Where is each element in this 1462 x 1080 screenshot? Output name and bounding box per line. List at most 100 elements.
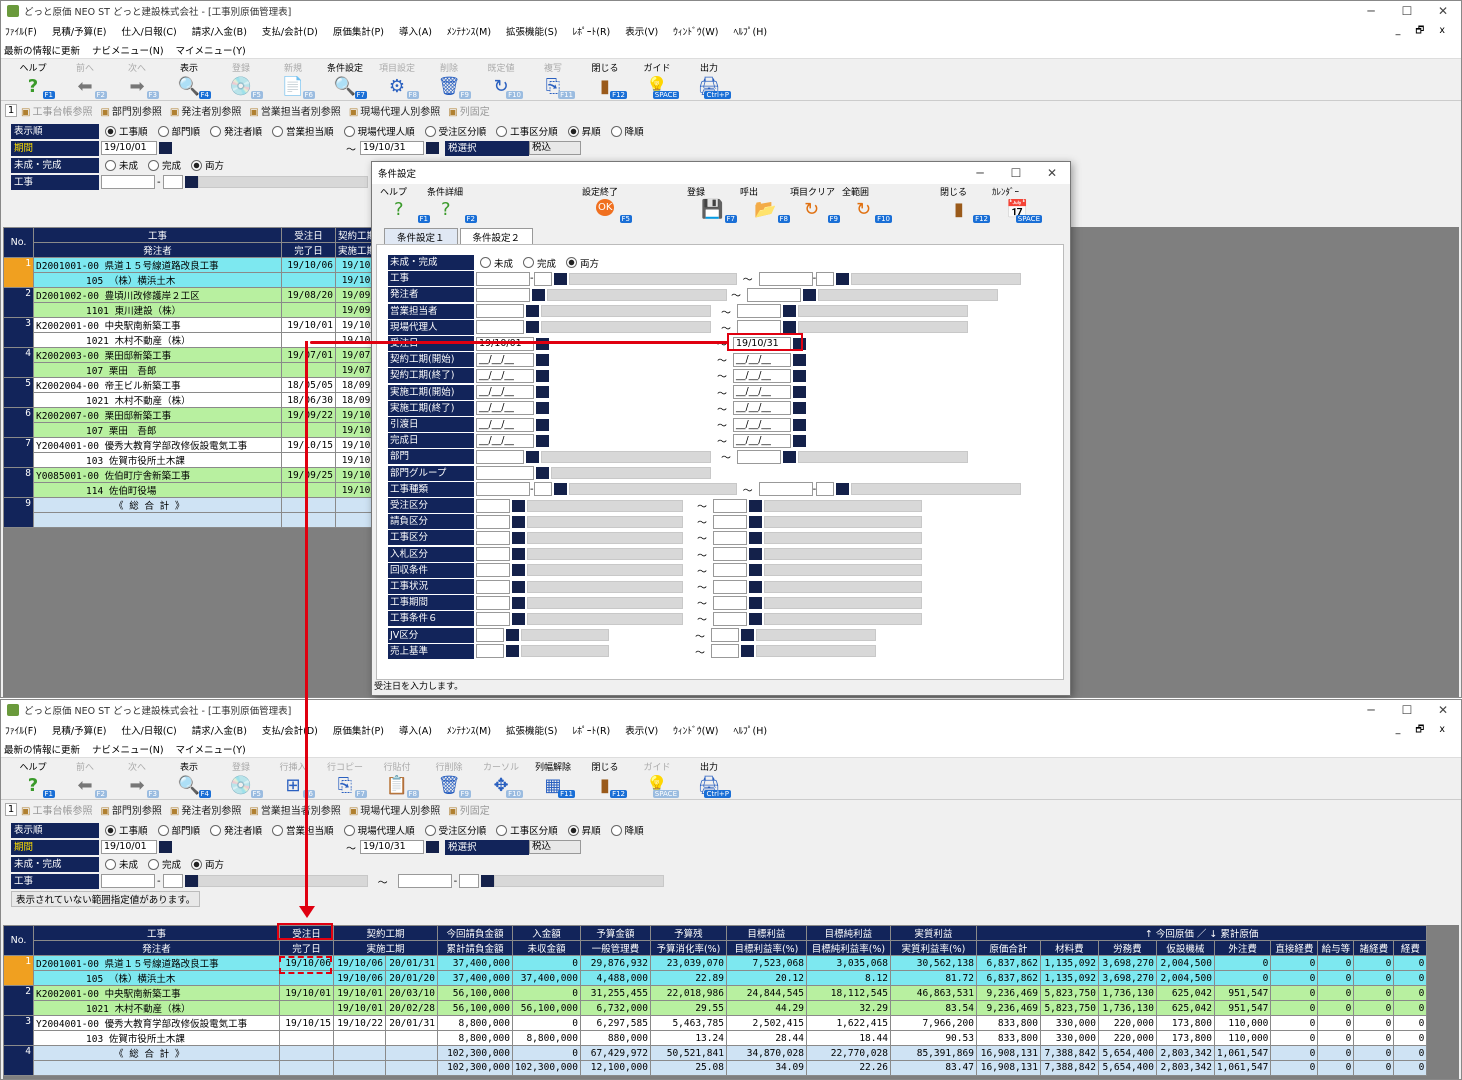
grid-cell[interactable]: 34,870,028 bbox=[725, 1045, 807, 1061]
grid-cell[interactable]: 29.55 bbox=[649, 1000, 727, 1016]
koji-from-input[interactable] bbox=[101, 874, 155, 888]
grid-cell[interactable]: 103 佐賀市役所土木課 bbox=[33, 1030, 280, 1046]
grid-cell[interactable]: 220,000 bbox=[1097, 1030, 1157, 1046]
grid-cell[interactable] bbox=[333, 1045, 386, 1061]
grid-cell[interactable]: 5,654,400 bbox=[1097, 1060, 1157, 1076]
grid-cell[interactable]: 8,800,000 bbox=[437, 1015, 513, 1031]
grid-cell[interactable]: 220,000 bbox=[1097, 1015, 1157, 1031]
grid-cell[interactable]: 0 bbox=[512, 955, 581, 971]
radio-order[interactable]: 工事区分順 bbox=[496, 124, 558, 138]
lookup-dropdown-icon[interactable] bbox=[793, 434, 806, 447]
grid-cell[interactable]: 105 （株）横浜土木 bbox=[33, 970, 280, 986]
grid-cell[interactable]: 22.89 bbox=[649, 970, 727, 986]
date-to-input[interactable]: __/__/__ bbox=[733, 433, 791, 448]
grid-cell[interactable]: 81.72 bbox=[889, 970, 977, 986]
grid-cell[interactable]: 18.44 bbox=[805, 1030, 891, 1046]
grid-cell[interactable]: 37,400,000 bbox=[512, 970, 581, 986]
koji-to-input[interactable] bbox=[397, 874, 452, 888]
grid-cell[interactable]: 8.12 bbox=[805, 970, 891, 986]
table-row[interactable]: 1021 木村不動産（株） 19/10/01 20/02/28 56,100,000 5… bbox=[3, 1000, 1428, 1016]
grid-cell[interactable]: 50,521,841 bbox=[649, 1045, 727, 1061]
tax-select[interactable]: 税込 bbox=[529, 840, 581, 854]
grid-cell[interactable]: 0 bbox=[1393, 1060, 1428, 1076]
lookup-dropdown-icon[interactable] bbox=[506, 629, 519, 642]
submenu-item[interactable]: 最新の情報に更新 bbox=[4, 43, 80, 57]
grid-cell[interactable]: 18/06/30 bbox=[281, 392, 336, 408]
dialog-button-calendar[interactable]: ｶﾚﾝﾀﾞｰ 📅 SPACE bbox=[992, 185, 1046, 225]
radio-direction[interactable]: 昇順 bbox=[568, 124, 601, 138]
date-to-input[interactable]: __/__/__ bbox=[733, 417, 791, 432]
toolbar-button-condition[interactable]: 条件設定 🔍 F7 bbox=[319, 61, 371, 101]
dialog-tab[interactable]: 条件設定２ bbox=[459, 228, 534, 244]
radio-order[interactable]: 部門順 bbox=[158, 823, 201, 837]
row-number[interactable]: 3 bbox=[3, 1015, 34, 1046]
grid-cell[interactable]: 0 bbox=[1317, 985, 1355, 1001]
grid-cell[interactable]: K2002001-00 中央駅南新築工事 bbox=[33, 317, 282, 333]
grid-cell[interactable]: 20/01/20 bbox=[385, 970, 438, 986]
grid-cell[interactable]: 0 bbox=[1393, 1015, 1428, 1031]
grid-cell[interactable]: 56,100,000 bbox=[437, 1000, 513, 1016]
table-row[interactable]: 4 《 総 合 計 》 102,300,000 0 67,429,972 50,521,8… bbox=[3, 1045, 1428, 1076]
grid-cell[interactable] bbox=[279, 1000, 334, 1016]
lookup-dropdown-icon[interactable] bbox=[783, 321, 796, 334]
grid-cell[interactable]: K2002007-00 栗田邸新築工事 bbox=[33, 407, 282, 423]
grid-cell[interactable]: 0 bbox=[1317, 1015, 1355, 1031]
radio-order[interactable]: 工事区分順 bbox=[496, 823, 558, 837]
grid-cell[interactable]: 0 bbox=[1270, 1000, 1319, 1016]
table-row[interactable]: 102,300,000 102,300,000 12,100,000 25.08 34.… bbox=[3, 1060, 1428, 1076]
grid-cell[interactable]: 330,000 bbox=[1039, 1015, 1099, 1031]
submenu-item[interactable]: マイメニュー(Y) bbox=[176, 742, 246, 756]
date-from-input[interactable]: __/__/__ bbox=[476, 368, 534, 383]
row-number[interactable]: 8 bbox=[3, 467, 34, 498]
grid-cell[interactable]: 4,488,000 bbox=[579, 970, 651, 986]
grid-cell[interactable]: 173,800 bbox=[1155, 1015, 1215, 1031]
tab-reference[interactable]: 工事台帳参照 bbox=[21, 103, 92, 118]
grid-cell[interactable]: 46,863,531 bbox=[889, 985, 977, 1001]
menu-item[interactable]: 請求/入金(B) bbox=[192, 24, 247, 38]
range-from-input[interactable] bbox=[476, 547, 510, 562]
lookup-dropdown-icon[interactable] bbox=[803, 288, 816, 301]
grid-cell[interactable]: 3,035,068 bbox=[805, 955, 891, 971]
dialog-button-all-range[interactable]: 全範囲 ↻ F10 bbox=[842, 185, 896, 225]
grid-cell[interactable]: 7,523,068 bbox=[725, 955, 807, 971]
tab-reference[interactable]: 発注者別参照 bbox=[170, 802, 241, 817]
lookup-dropdown-icon[interactable] bbox=[536, 369, 549, 382]
row-number[interactable]: 9 bbox=[3, 497, 34, 528]
lookup-dropdown-icon[interactable] bbox=[553, 483, 567, 496]
grid-cell[interactable]: 951,547 bbox=[1213, 985, 1272, 1001]
grid-cell[interactable] bbox=[385, 1060, 438, 1076]
calendar-dropdown-icon[interactable] bbox=[159, 142, 172, 154]
submenu-item[interactable]: 最新の情報に更新 bbox=[4, 742, 80, 756]
table-row[interactable]: 3 Y2004001-00 優秀大教育学部改修仮設電気工事 19/10/15 19/1… bbox=[3, 1015, 1428, 1046]
toolbar-button-default[interactable]: 既定値 ↻ F10 bbox=[475, 61, 527, 101]
grid-cell[interactable] bbox=[281, 422, 336, 438]
grid-cell[interactable]: 0 bbox=[1317, 1030, 1355, 1046]
dialog-button-close-book[interactable]: 閉じる ▮ F12 bbox=[940, 185, 994, 225]
grid-cell[interactable]: 《 総 合 計 》 bbox=[33, 1045, 280, 1061]
menu-item[interactable]: ｳｨﾝﾄﾞｳ(W) bbox=[673, 24, 718, 38]
range-from-input[interactable] bbox=[476, 466, 534, 481]
lookup-dropdown-icon[interactable] bbox=[836, 483, 850, 496]
grid-cell[interactable] bbox=[333, 1030, 386, 1046]
toolbar-button-help[interactable]: ヘルプ? F1 bbox=[7, 760, 59, 800]
range-from-branch-input[interactable] bbox=[533, 271, 552, 286]
grid-cell[interactable]: 625,042 bbox=[1155, 985, 1215, 1001]
grid-cell[interactable]: 19/10/15 bbox=[281, 437, 336, 453]
mdi-controls[interactable]: _ 🗗 x bbox=[1396, 23, 1451, 39]
lookup-dropdown-icon[interactable] bbox=[536, 418, 549, 431]
grid-cell[interactable]: 0 bbox=[1317, 970, 1355, 986]
grid-cell[interactable]: 1,061,547 bbox=[1213, 1060, 1272, 1076]
grid-cell[interactable]: 0 bbox=[1270, 1015, 1319, 1031]
grid-cell[interactable]: 22,770,028 bbox=[805, 1045, 891, 1061]
menu-item[interactable]: ﾒﾝﾃﾅﾝｽ(M) bbox=[447, 24, 491, 38]
lookup-dropdown-icon[interactable] bbox=[512, 531, 525, 544]
grid-cell[interactable]: 0 bbox=[1270, 1030, 1319, 1046]
grid-cell[interactable]: 30,562,138 bbox=[889, 955, 977, 971]
lookup-dropdown-icon[interactable] bbox=[749, 612, 762, 625]
grid-cell[interactable]: 0 bbox=[512, 985, 581, 1001]
dialog-maximize-button[interactable]: ☐ bbox=[998, 166, 1034, 180]
calendar-dropdown-icon[interactable] bbox=[159, 841, 172, 853]
grid-cell[interactable]: 107 栗田 吾郎 bbox=[33, 422, 282, 438]
row-number[interactable]: 5 bbox=[3, 377, 34, 408]
grid-cell[interactable]: 0 bbox=[1270, 1060, 1319, 1076]
